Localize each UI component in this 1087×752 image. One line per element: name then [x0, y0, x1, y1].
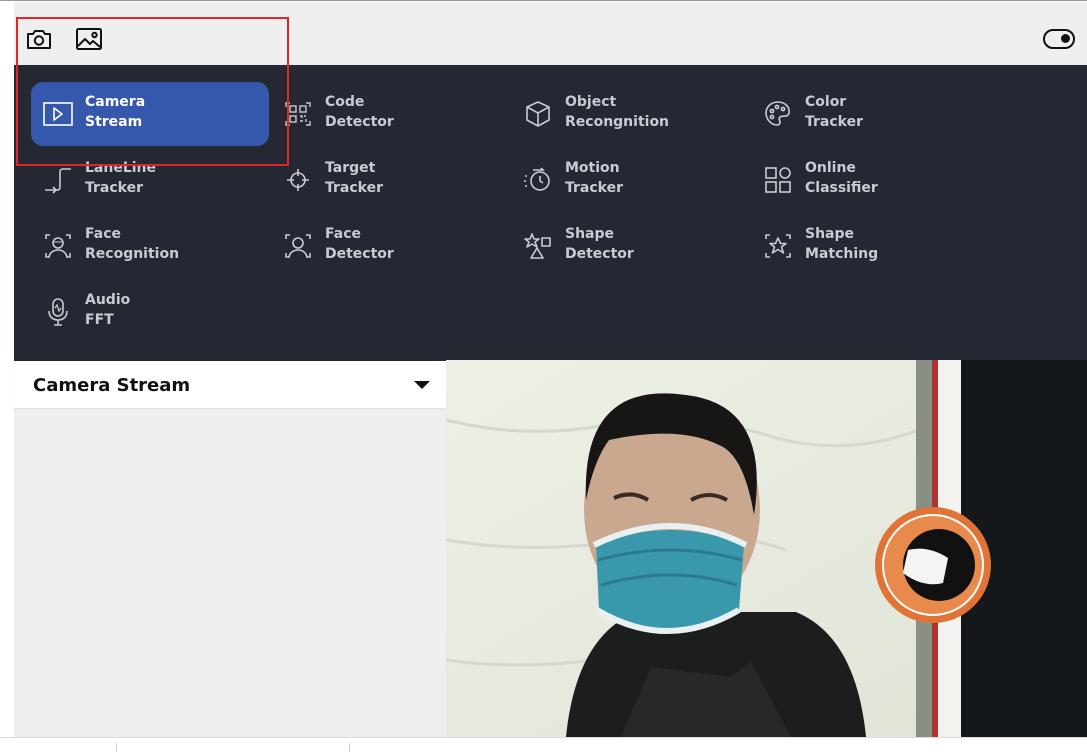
mode-dropdown[interactable]: Camera Stream [14, 361, 446, 408]
divider [116, 743, 117, 752]
toolbar [14, 2, 1087, 65]
menu-item-object-recognition[interactable]: Object Recongnition [511, 82, 749, 146]
laneline-icon [43, 166, 73, 194]
cube-icon [523, 100, 553, 128]
qr-code-icon [283, 100, 313, 128]
caret-down-icon [414, 381, 430, 389]
image-icon[interactable] [75, 26, 103, 52]
camera-feed [446, 360, 1087, 737]
menu-item-label: Face Recognition [85, 226, 180, 262]
play-square-icon [43, 100, 73, 128]
shapes-icon [523, 232, 553, 260]
menu-item-label: Object Recongnition [565, 94, 670, 130]
grid-icon [763, 166, 793, 194]
toggle-knob [1061, 34, 1070, 43]
menu-item-label: Audio FFT [85, 292, 131, 328]
menu-item-face-detector[interactable]: Face Detector [271, 214, 509, 278]
camera-icon[interactable] [25, 26, 53, 52]
menu-item-label: Color Tracker [805, 94, 863, 130]
menu-item-label: Target Tracker [325, 160, 383, 196]
menu-item-online-classifier[interactable]: Online Classifier [751, 148, 989, 212]
menu-item-camera-stream[interactable]: Camera Stream [31, 82, 269, 146]
dropdown-label: Camera Stream [33, 375, 191, 396]
feature-menu: Camera Stream Code Detector Object Recon… [14, 65, 1087, 361]
motion-icon [523, 166, 553, 194]
menu-item-label: Face Detector [325, 226, 394, 262]
microphone-icon [43, 298, 73, 326]
menu-item-label: Online Classifier [805, 160, 878, 196]
status-bar [0, 737, 1087, 752]
menu-item-label: Motion Tracker [565, 160, 623, 196]
palette-icon [763, 100, 793, 128]
star-frame-icon [763, 232, 793, 260]
face-scan-icon [43, 232, 73, 260]
menu-item-color-tracker[interactable]: Color Tracker [751, 82, 989, 146]
menu-item-audio-fft[interactable]: Audio FFT [31, 280, 269, 344]
crosshair-icon [283, 166, 313, 194]
menu-item-shape-detector[interactable]: Shape Detector [511, 214, 749, 278]
menu-item-label: Code Detector [325, 94, 394, 130]
menu-item-label: Camera Stream [85, 94, 146, 130]
menu-item-shape-matching[interactable]: Shape Matching [751, 214, 989, 278]
menu-item-label: LaneLine Tracker [85, 160, 157, 196]
menu-item-face-recognition[interactable]: Face Recognition [31, 214, 269, 278]
menu-item-target-tracker[interactable]: Target Tracker [271, 148, 509, 212]
menu-item-code-detector[interactable]: Code Detector [271, 82, 509, 146]
menu-item-label: Shape Matching [805, 226, 879, 262]
menu-item-label: Shape Detector [565, 226, 634, 262]
divider [349, 743, 350, 752]
side-panel: Camera Stream [14, 361, 446, 737]
menu-item-motion-tracker[interactable]: Motion Tracker [511, 148, 749, 212]
face-detect-icon [283, 232, 313, 260]
app-window: Camera Stream Code Detector Object Recon… [0, 0, 1087, 752]
menu-item-laneline-tracker[interactable]: LaneLine Tracker [31, 148, 269, 212]
toggle-switch[interactable] [1043, 29, 1075, 49]
